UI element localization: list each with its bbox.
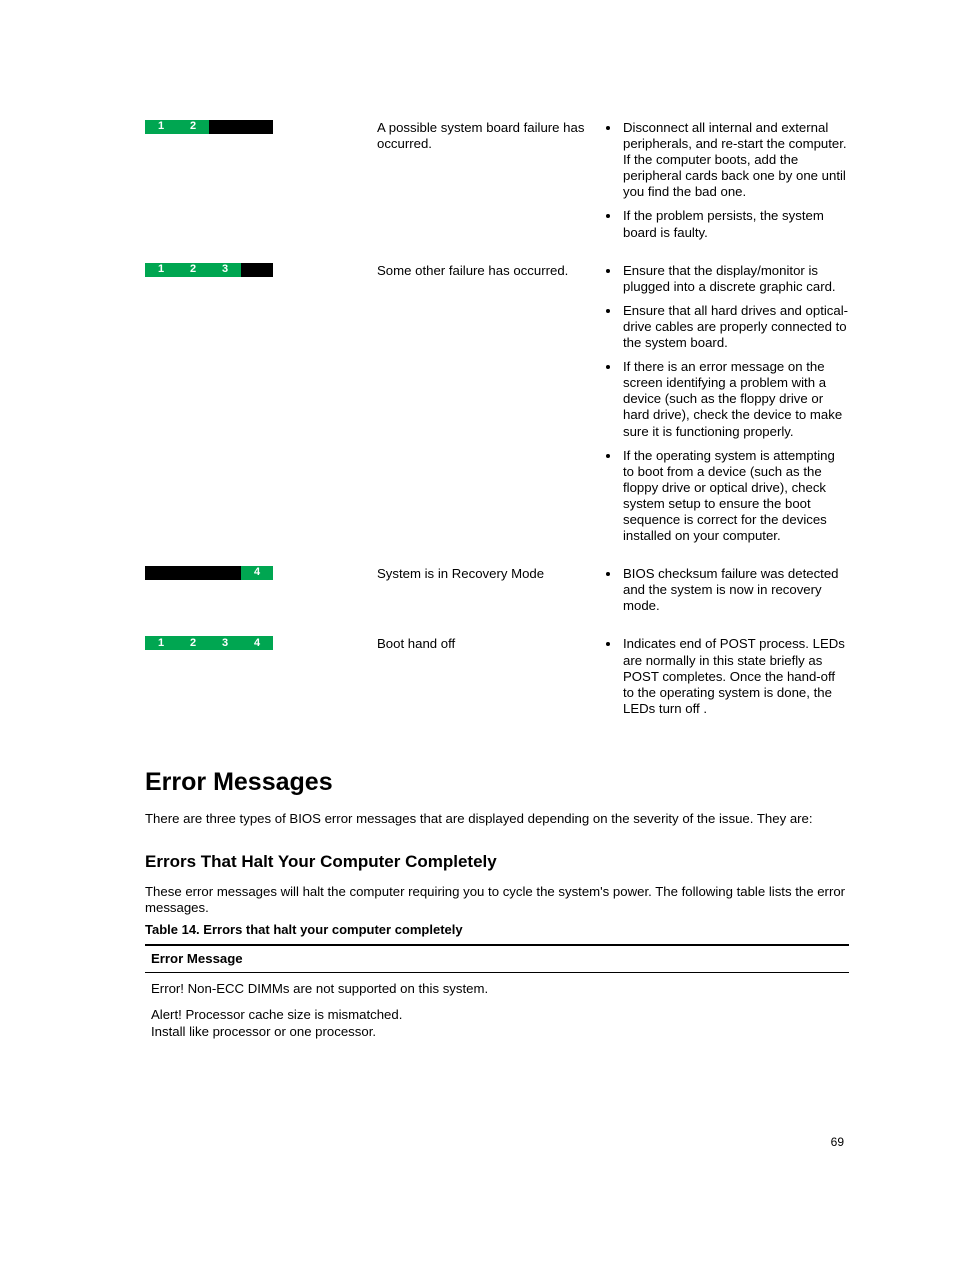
- diagnostic-steps-list: BIOS checksum failure was detected and t…: [603, 566, 849, 614]
- led-on-icon: 3: [209, 636, 241, 650]
- subsection-heading-halt-errors: Errors That Halt Your Computer Completel…: [145, 852, 849, 873]
- led-indicator-cell: 12: [145, 120, 377, 263]
- led-off-icon: [209, 566, 241, 580]
- led-strip: 123: [145, 263, 273, 277]
- led-off-icon: [209, 120, 241, 134]
- diagnostic-step: Ensure that the display/monitor is plugg…: [621, 263, 849, 295]
- led-on-icon: 2: [177, 120, 209, 134]
- diagnostic-step: If there is an error message on the scre…: [621, 359, 849, 439]
- led-off-icon: [145, 566, 177, 580]
- diagnostic-row: 4 System is in Recovery Mode BIOS checksum…: [145, 566, 849, 636]
- diagnostic-row: 123 Some other failure has occurred. Ensur…: [145, 263, 849, 567]
- section-heading-error-messages: Error Messages: [145, 767, 849, 798]
- led-on-icon: 3: [209, 263, 241, 277]
- diagnostic-steps-cell: Disconnect all internal and external per…: [603, 120, 849, 263]
- diagnostic-step: Ensure that all hard drives and optical-…: [621, 303, 849, 351]
- error-message-text: Error! Non-ECC DIMMs are not supported o…: [151, 981, 843, 997]
- diagnostic-steps-cell: BIOS checksum failure was detected and t…: [603, 566, 849, 636]
- error-message-cell: Error! Non-ECC DIMMs are not supported o…: [145, 973, 849, 1000]
- diagnostic-description: Some other failure has occurred.: [377, 263, 603, 567]
- error-message-text: Alert! Processor cache size is mismatche…: [151, 1007, 843, 1023]
- led-on-icon: 1: [145, 636, 177, 650]
- diagnostic-step: BIOS checksum failure was detected and t…: [621, 566, 849, 614]
- led-on-icon: 2: [177, 263, 209, 277]
- led-on-icon: 2: [177, 636, 209, 650]
- led-indicator-cell: 1234: [145, 636, 377, 738]
- led-off-icon: [241, 120, 273, 134]
- led-strip: 4: [145, 566, 273, 580]
- diagnostic-step: Indicates end of POST process. LEDs are …: [621, 636, 849, 716]
- section-intro: There are three types of BIOS error mess…: [145, 811, 849, 827]
- page-number: 69: [831, 1135, 844, 1150]
- led-on-icon: 4: [241, 636, 273, 650]
- diagnostic-description: System is in Recovery Mode: [377, 566, 603, 636]
- diagnostic-description: A possible system board failure has occu…: [377, 120, 603, 263]
- diagnostic-steps-list: Ensure that the display/monitor is plugg…: [603, 263, 849, 545]
- document-page: 12A possible system board failure has oc…: [0, 0, 954, 1268]
- diagnostic-step: If the problem persists, the system boar…: [621, 208, 849, 240]
- diagnostic-description: Boot hand off: [377, 636, 603, 738]
- led-off-icon: [177, 566, 209, 580]
- diagnostic-step: Disconnect all internal and external per…: [621, 120, 849, 200]
- error-message-subtext: Install like processor or one processor.: [151, 1024, 843, 1040]
- led-on-icon: 4: [241, 566, 273, 580]
- led-off-icon: [241, 263, 273, 277]
- diagnostic-row: 12 A possible system board failure has oc…: [145, 120, 849, 263]
- led-indicator-cell: 4: [145, 566, 377, 636]
- diagnostic-steps-cell: Ensure that the display/monitor is plugg…: [603, 263, 849, 567]
- subsection-intro: These error messages will halt the compu…: [145, 884, 849, 916]
- error-table-header: Error Message: [145, 945, 849, 973]
- led-strip: 12: [145, 120, 273, 134]
- diagnostic-step: If the operating system is attempting to…: [621, 448, 849, 545]
- error-message-cell: Alert! Processor cache size is mismatche…: [145, 999, 849, 1041]
- table-caption: Table 14. Errors that halt your computer…: [145, 922, 849, 938]
- diagnostic-led-table: 12A possible system board failure has oc…: [145, 120, 849, 739]
- diagnostic-steps-list: Disconnect all internal and external per…: [603, 120, 849, 241]
- diagnostic-steps-cell: Indicates end of POST process. LEDs are …: [603, 636, 849, 738]
- led-strip: 1234: [145, 636, 273, 650]
- diagnostic-row: 1234 Boot hand offIndicates end of POST p…: [145, 636, 849, 738]
- led-on-icon: 1: [145, 120, 177, 134]
- led-on-icon: 1: [145, 263, 177, 277]
- diagnostic-steps-list: Indicates end of POST process. LEDs are …: [603, 636, 849, 716]
- error-message-table: Error Message Error! Non-ECC DIMMs are n…: [145, 944, 849, 1041]
- error-table-row: Error! Non-ECC DIMMs are not supported o…: [145, 973, 849, 1000]
- led-indicator-cell: 123: [145, 263, 377, 567]
- error-table-row: Alert! Processor cache size is mismatche…: [145, 999, 849, 1041]
